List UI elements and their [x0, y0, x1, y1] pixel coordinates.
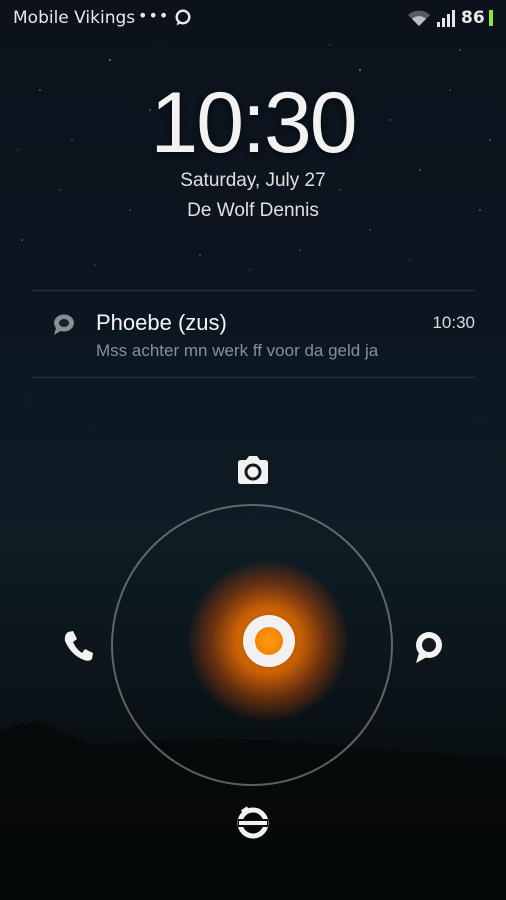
carrier-name: Mobile Vikings: [13, 8, 136, 28]
message-icon: [175, 9, 191, 26]
lockscreen-clock: 10:30: [150, 75, 357, 171]
unlock-icon[interactable]: [234, 803, 272, 843]
unlock-handle-center: [255, 627, 283, 655]
message-icon[interactable]: [410, 628, 446, 666]
owner-info: De Wolf Dennis: [187, 200, 319, 221]
battery-level: 86: [461, 8, 485, 28]
camera-icon[interactable]: [235, 453, 271, 487]
notification-time: 10:30: [432, 313, 475, 332]
divider: [31, 377, 475, 378]
overflow-dots-icon: •••: [138, 6, 170, 25]
signal-icon: [437, 10, 455, 27]
lockscreen-date: Saturday, July 27: [180, 170, 326, 191]
message-icon: [54, 314, 74, 335]
message-notification[interactable]: Phoebe (zus) 10:30 Mss achter mn werk ff…: [31, 291, 475, 377]
wifi-icon: [408, 10, 430, 26]
notification-body: Mss achter mn werk ff voor da geld ja: [96, 341, 379, 360]
status-bar: Mobile Vikings ••• 86: [0, 0, 506, 36]
phone-icon[interactable]: [61, 628, 97, 664]
unlock-handle[interactable]: [243, 615, 295, 667]
notification-title: Phoebe (zus): [96, 310, 227, 335]
battery-icon: [489, 10, 493, 26]
